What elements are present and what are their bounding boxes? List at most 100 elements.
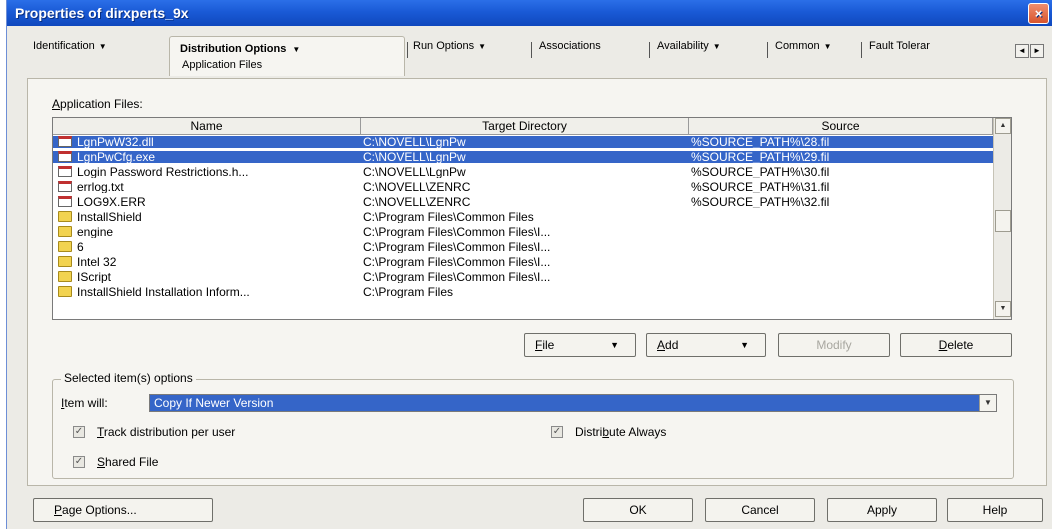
table-row[interactable]: Login Password Restrictions.h... C:\NOVEL… <box>53 166 993 178</box>
cell-source: %SOURCE_PATH%\30.fil <box>691 166 830 178</box>
cell-target-directory: C:\Program Files\Common Files\I... <box>363 226 551 238</box>
ok-button[interactable]: OK <box>583 498 693 522</box>
column-header-target-directory[interactable]: Target Directory <box>361 118 689 135</box>
properties-window: Properties of dirxperts_9x × Identificat… <box>6 0 1052 529</box>
vertical-scrollbar[interactable]: ▲ ▼ <box>993 118 1011 319</box>
chevron-down-icon: ▼ <box>478 42 487 51</box>
item-will-value: Copy If Newer Version <box>154 396 274 410</box>
table-row[interactable]: InstallShield Installation Inform... C:\P… <box>53 286 993 298</box>
check-icon: ✓ <box>74 456 84 467</box>
cell-name: errlog.txt <box>77 181 124 193</box>
cancel-button[interactable]: Cancel <box>705 498 815 522</box>
folder-icon <box>58 211 72 222</box>
cell-target-directory: C:\Program Files\Common Files\I... <box>363 241 551 253</box>
folder-icon <box>58 256 72 267</box>
table-row[interactable]: IScript C:\Program Files\Common Files\I..… <box>53 271 993 283</box>
tab-identification[interactable]: Identification ▼ <box>33 40 107 58</box>
tab-availability[interactable]: Availability ▼ <box>657 40 721 58</box>
page-options-button[interactable]: Page Options... <box>33 498 213 522</box>
cell-name: Intel 32 <box>77 256 117 268</box>
folder-icon <box>58 286 72 297</box>
dropdown-arrow-button[interactable]: ▼ <box>979 395 996 411</box>
cell-name: engine <box>77 226 114 238</box>
table-row[interactable]: LOG9X.ERR C:\NOVELL\ZENRC %SOURCE_PATH%\32… <box>53 196 993 208</box>
tab-label: Fault Tolerar <box>869 40 930 52</box>
chevron-down-icon: ▼ <box>984 398 992 407</box>
tab-label: Identification <box>33 40 95 52</box>
folder-icon <box>58 241 72 252</box>
scrollbar-thumb[interactable] <box>995 210 1011 232</box>
cell-name: LgnPwW32.dll <box>77 136 154 148</box>
arrow-right-icon: ► <box>1033 46 1041 55</box>
tab-common[interactable]: Common ▼ <box>775 40 832 58</box>
chevron-down-icon: ▼ <box>712 42 721 51</box>
tab-strip: Identification ▼ Distribution Options ▼ Ap… <box>27 36 1047 78</box>
help-button[interactable]: Help <box>947 498 1043 522</box>
tab-fault-tolerance[interactable]: Fault Tolerar <box>869 40 930 58</box>
tab-distribution-options[interactable]: Distribution Options ▼ Application Files <box>169 36 405 76</box>
arrow-down-icon: ▼ <box>999 305 1007 312</box>
tab-label: Associations <box>539 40 601 52</box>
cell-name: InstallShield Installation Inform... <box>77 286 250 298</box>
dialog-footer: Page Options... OK Cancel Apply Help <box>27 496 1047 526</box>
table-row[interactable]: InstallShield C:\Program Files\Common Fil… <box>53 211 993 223</box>
cell-name: 6 <box>77 241 84 253</box>
column-header-source[interactable]: Source <box>689 118 993 135</box>
cell-target-directory: C:\Program Files <box>363 286 454 298</box>
tab-panel: Application Files: Name Target Directory… <box>27 78 1047 486</box>
track-distribution-checkbox[interactable]: ✓ <box>73 426 85 438</box>
delete-button[interactable]: Delete <box>900 333 1012 357</box>
doc-icon <box>58 136 72 147</box>
tab-separator <box>861 42 862 58</box>
track-distribution-label[interactable]: Track distribution per user <box>97 425 235 439</box>
table-row[interactable]: engine C:\Program Files\Common Files\I... <box>53 226 993 238</box>
apply-button[interactable]: Apply <box>827 498 937 522</box>
chevron-down-icon: ▼ <box>823 42 832 51</box>
tab-label: Run Options <box>413 40 475 52</box>
table-row[interactable]: LgnPwW32.dll C:\NOVELL\LgnPw %SOURCE_PATH%… <box>53 136 993 148</box>
distribute-always-label[interactable]: Distribute Always <box>575 425 666 439</box>
application-files-table[interactable]: Name Target Directory Source LgnPwW32.dl… <box>52 117 1012 320</box>
tab-scroll-left-button[interactable]: ◄ <box>1015 44 1029 58</box>
cell-name: LOG9X.ERR <box>77 196 146 208</box>
table-row[interactable]: errlog.txt C:\NOVELL\ZENRC %SOURCE_PATH%\3… <box>53 181 993 193</box>
table-row[interactable]: 6 C:\Program Files\Common Files\I... <box>53 241 993 253</box>
cell-target-directory: C:\Program Files\Common Files <box>363 211 534 223</box>
cell-target-directory: C:\NOVELL\LgnPw <box>363 136 466 148</box>
cell-name: Login Password Restrictions.h... <box>77 166 249 178</box>
scroll-down-button[interactable]: ▼ <box>995 301 1011 317</box>
arrow-left-icon: ◄ <box>1018 46 1026 55</box>
tab-scroll-right-button[interactable]: ► <box>1030 44 1044 58</box>
item-will-select[interactable]: Copy If Newer Version ▼ <box>149 394 997 412</box>
table-row[interactable]: Intel 32 C:\Program Files\Common Files\I.… <box>53 256 993 268</box>
column-header-name[interactable]: Name <box>53 118 361 135</box>
tab-associations[interactable]: Associations <box>539 40 601 58</box>
table-header: Name Target Directory Source <box>53 118 993 135</box>
close-button[interactable]: × <box>1028 3 1049 24</box>
tab-run-options[interactable]: Run Options ▼ <box>413 40 486 58</box>
subtab-application-files[interactable]: Application Files <box>182 59 262 71</box>
modify-button[interactable]: Modify <box>778 333 890 357</box>
tab-separator <box>649 42 650 58</box>
cell-name: LgnPwCfg.exe <box>77 151 156 163</box>
chevron-down-icon: ▼ <box>740 340 749 350</box>
file-menu-button[interactable]: File ▼ <box>524 333 636 357</box>
cell-source: %SOURCE_PATH%\28.fil <box>691 136 830 148</box>
scroll-up-button[interactable]: ▲ <box>995 118 1011 134</box>
tab-separator <box>531 42 532 58</box>
chevron-down-icon: ▼ <box>292 45 301 54</box>
shared-file-label[interactable]: Shared File <box>97 455 158 469</box>
check-icon: ✓ <box>74 426 84 437</box>
tab-separator <box>767 42 768 58</box>
shared-file-checkbox[interactable]: ✓ <box>73 456 85 468</box>
arrow-up-icon: ▲ <box>999 122 1007 129</box>
cell-name: IScript <box>77 271 112 283</box>
add-menu-button[interactable]: Add ▼ <box>646 333 766 357</box>
selected-item-options-group: Selected item(s) options Item will: Copy… <box>52 371 1014 479</box>
distribute-always-checkbox[interactable]: ✓ <box>551 426 563 438</box>
check-icon: ✓ <box>552 426 562 437</box>
title-bar: Properties of dirxperts_9x × <box>7 0 1052 26</box>
cell-target-directory: C:\Program Files\Common Files\I... <box>363 256 551 268</box>
table-row[interactable]: LgnPwCfg.exe C:\NOVELL\LgnPw %SOURCE_PATH%… <box>53 151 993 163</box>
tab-separator <box>407 42 408 58</box>
